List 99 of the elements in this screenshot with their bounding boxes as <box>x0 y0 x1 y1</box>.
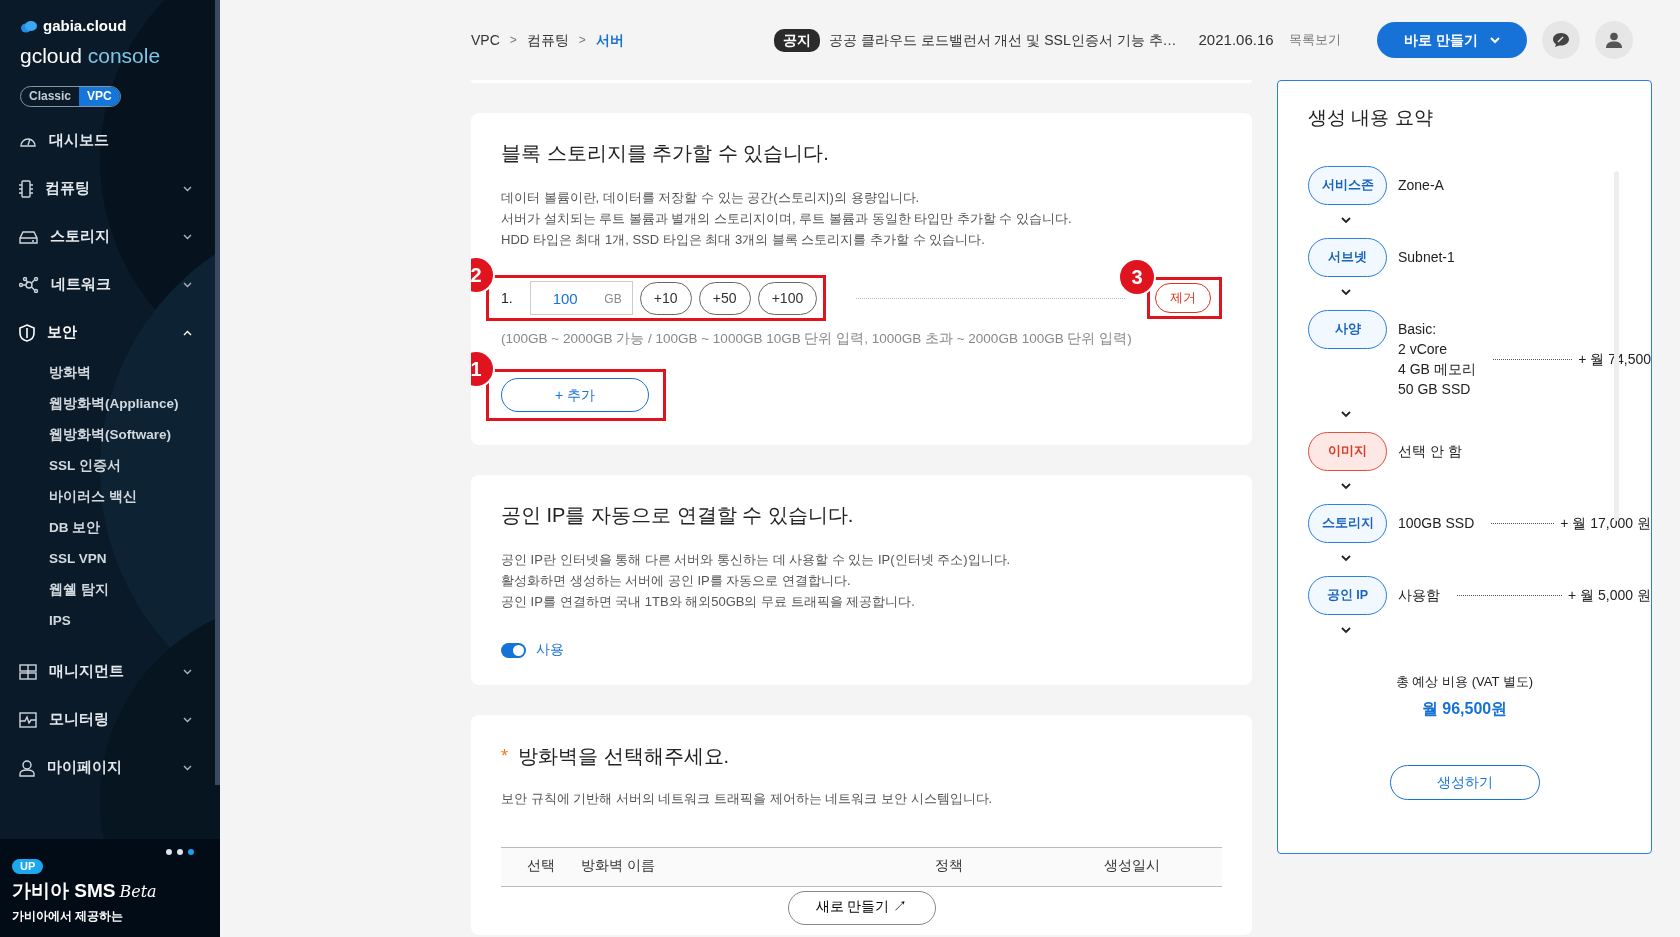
banner-title: 가비아 SMS Beta <box>12 879 158 903</box>
person-icon <box>19 759 35 777</box>
price: + 월 17,000 원 <box>1560 513 1651 533</box>
menu-item[interactable]: 모니터링 <box>0 696 214 744</box>
panel-title: 생성 내용 요약 <box>1308 107 1434 130</box>
row-index: 1. <box>501 288 513 308</box>
menu-item[interactable]: 마이페이지 <box>0 744 214 792</box>
server-rack-icon <box>19 664 37 680</box>
step-value: 100GB SSD <box>1398 513 1475 533</box>
network-icon <box>19 277 39 293</box>
monitor-chart-icon <box>19 712 37 728</box>
breadcrumb-separator: > <box>509 32 517 49</box>
menu-item[interactable]: 스토리지 <box>0 213 214 261</box>
carousel-dot[interactable] <box>188 849 194 855</box>
chevron-down-icon <box>1341 410 1351 418</box>
person-icon <box>1605 32 1622 48</box>
notice-link[interactable]: 공공 클라우드 로드밸런서 개선 및 SSL인증서 기능 추… <box>828 29 1177 51</box>
step-pill[interactable]: 이미지 <box>1308 431 1387 471</box>
chevron-down-icon <box>1341 482 1351 490</box>
step-pill[interactable]: 스토리지 <box>1308 503 1387 543</box>
chevron-down-icon <box>1341 288 1351 296</box>
chat-bubble-icon <box>1551 32 1570 48</box>
submenu-item[interactable]: SSL VPN <box>0 543 214 574</box>
submenu-item[interactable]: DB 보안 <box>0 512 214 543</box>
total-price: 월 96,500원 <box>1420 699 1509 720</box>
carousel-dot[interactable] <box>177 849 183 855</box>
chat-button[interactable] <box>1541 21 1580 59</box>
step-number-badge: 2 <box>471 256 495 294</box>
chip-icon <box>19 180 33 198</box>
banner-subtitle: 가비아에서 제공하는 <box>12 908 125 925</box>
toggle-switch[interactable] <box>501 642 526 658</box>
section-title: 방화벽을 선택해주세요. <box>518 744 730 768</box>
submenu-item[interactable]: 웹방화벽(Appliance) <box>0 388 214 419</box>
submenu-item[interactable]: SSL 인증서 <box>0 450 214 481</box>
brand-name: gabia.cloud <box>43 16 127 36</box>
console-title: gcloud console <box>20 42 161 69</box>
description: 데이터 볼륨이란, 데이터를 저장할 수 있는 공간(스토리지)의 용량입니다. 서버가 설치되는 루트 볼륨과 별개의 스토리지이며, 루트 볼륨과 동일한 타입만 추가할 수 있습니다. HDD 타입은 최대 1개, SSD 타입은 최대 3개의 블록 스토리지를 추가할 수 있습니다. <box>501 189 1073 249</box>
drive-icon <box>19 230 38 244</box>
notice-date: 2021.06.16 <box>1198 29 1274 50</box>
step-number-badge: 3 <box>1118 258 1156 296</box>
description: 공인 IP란 인터넷을 통해 다른 서버와 통신하는 데 사용할 수 있는 IP(인터넷 주소)입니다. 활성화하면 생성하는 서버에 공인 IP를 자동으로 연결합니다. 공인 IP를 연결하면 국내 1TB와 해외50GB의 무료 트래픽을 제공합니다. <box>501 551 1012 612</box>
notice-tag: 공지 <box>773 28 820 52</box>
increment-button[interactable]: +50 <box>698 281 751 315</box>
breadcrumb-separator: > <box>578 32 586 49</box>
step-pill[interactable]: 서브넷 <box>1308 237 1387 277</box>
step-pill[interactable]: 서비스존 <box>1308 165 1387 205</box>
create-button[interactable]: 생성하기 <box>1389 765 1540 801</box>
required-mark: * <box>501 744 508 768</box>
submenu-item[interactable]: 웹쉘 탐지 <box>0 574 214 605</box>
step-pill[interactable]: 공인 IP <box>1308 575 1387 615</box>
menu-item[interactable]: 네트워크 <box>0 261 214 309</box>
column-header: 정책 <box>933 857 964 876</box>
submenu-item[interactable]: 웹방화벽(Software) <box>0 419 214 450</box>
menu-item[interactable]: 대시보드 <box>0 117 214 165</box>
section-title: 공인 IP를 자동으로 연결할 수 있습니다. <box>501 503 855 528</box>
cloud-logo-icon <box>20 19 38 33</box>
menu-item[interactable]: 컴퓨팅 <box>0 165 214 213</box>
chevron-down-icon <box>1341 626 1351 634</box>
total-label: 총 예상 비용 (VAT 별도) <box>1394 672 1535 691</box>
increment-button[interactable]: +100 <box>757 281 818 315</box>
breadcrumb-item[interactable]: 컴퓨팅 <box>526 29 569 51</box>
environment-option[interactable]: VPC <box>79 87 120 106</box>
create-new-button[interactable]: 새로 만들기 ↗ <box>787 890 936 925</box>
add-button[interactable]: + 추가 <box>501 378 649 413</box>
chevron-down-icon <box>1341 554 1351 562</box>
list-link[interactable]: 목록보기 <box>1288 30 1341 50</box>
step-value: Zone-A <box>1398 175 1444 195</box>
increment-button[interactable]: +10 <box>639 281 692 315</box>
section-title: 블록 스토리지를 추가할 수 있습니다. <box>501 141 830 165</box>
submenu-item[interactable]: IPS <box>0 605 214 636</box>
carousel-dot[interactable] <box>166 849 172 855</box>
step-value: Basic: 2 vCore 4 GB 메모리 50 GB SSD <box>1398 319 1476 399</box>
shield-icon <box>19 324 35 342</box>
step-value: 선택 안 함 <box>1398 441 1462 461</box>
step-pill[interactable]: 사양 <box>1308 309 1387 349</box>
column-header: 방화벽 이름 <box>580 857 656 876</box>
column-header: 선택 <box>525 857 556 876</box>
quick-create-button[interactable]: 바로 만들기 <box>1376 22 1527 58</box>
breadcrumb-item[interactable]: VPC <box>471 29 500 51</box>
price: + 월 5,000 원 <box>1568 585 1651 605</box>
submenu-item[interactable]: 바이러스 백신 <box>0 481 214 512</box>
chevron-down-icon <box>1341 216 1351 224</box>
menu-item[interactable]: 보안 <box>0 309 214 357</box>
submenu-item[interactable]: 방화벽 <box>0 357 214 388</box>
unit-label: GB <box>604 291 622 308</box>
user-button[interactable] <box>1594 21 1633 59</box>
step-number-badge: 1 <box>471 350 495 389</box>
update-badge: UP <box>12 859 44 874</box>
menu-item[interactable]: 매니지먼트 <box>0 648 214 696</box>
step-value: Subnet-1 <box>1398 247 1455 267</box>
environment-option[interactable]: Classic <box>21 87 80 106</box>
column-header: 생성일시 <box>1102 857 1161 876</box>
toggle-label: 사용 <box>536 641 564 660</box>
size-hint: (100GB ~ 2000GB 가능 / 100GB ~ 1000GB 10GB 단위 입력, 1000GB 초과 ~ 2000GB 100GB 단위 입력) <box>501 330 1133 348</box>
description: 보안 규칙에 기반해 서버의 네트워크 트래픽을 제어하는 네트워크 보안 시스템입니다. <box>501 789 994 808</box>
chevron-down-icon <box>1489 36 1500 44</box>
breadcrumb-item[interactable]: 서버 <box>595 29 624 51</box>
step-value: 사용함 <box>1398 585 1440 605</box>
remove-button[interactable]: 제거 <box>1155 283 1211 313</box>
